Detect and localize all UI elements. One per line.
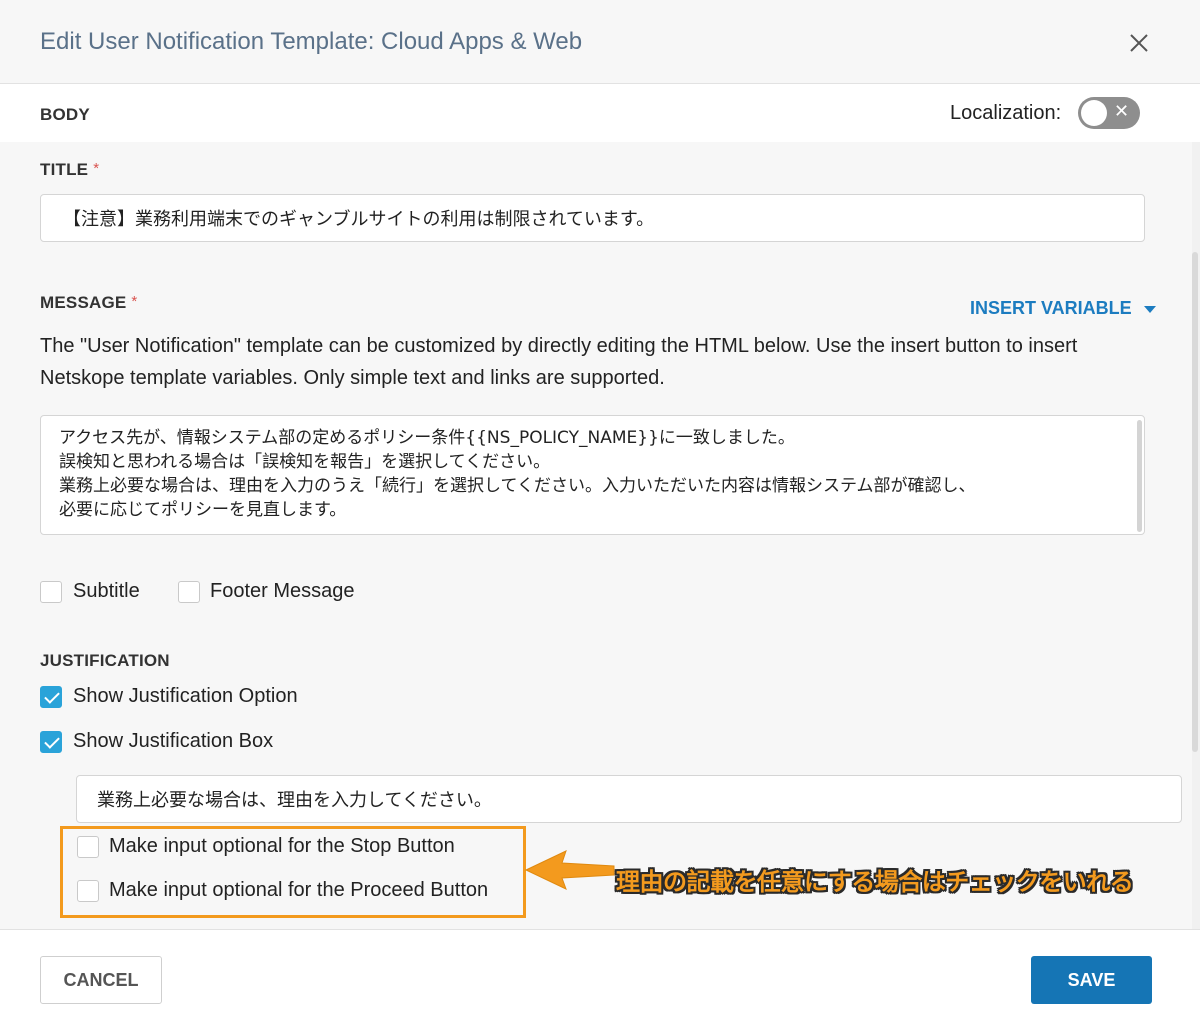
message-line: 業務上必要な場合は、理由を入力のうえ「続行」を選択してください。入力いただいた内…	[59, 476, 976, 496]
title-label-text: TITLE	[40, 160, 89, 179]
required-mark: *	[93, 160, 100, 177]
dialog-header: Edit User Notification Template: Cloud A…	[0, 0, 1200, 84]
scrollbar-thumb[interactable]	[1192, 252, 1198, 752]
title-field-label: TITLE *	[40, 160, 99, 180]
show-justification-option-checkbox[interactable]	[40, 686, 62, 708]
cancel-button[interactable]: CANCEL	[40, 956, 162, 1004]
title-input-value: 【注意】業務利用端末でのギャンブルサイトの利用は制限されています。	[63, 209, 655, 230]
insert-variable-label: INSERT VARIABLE	[970, 298, 1132, 318]
caret-down-icon	[1143, 305, 1156, 313]
message-label-text: MESSAGE	[40, 293, 127, 312]
annotation-arrow-icon	[524, 850, 615, 890]
insert-variable-dropdown[interactable]: INSERT VARIABLE	[970, 298, 1156, 319]
localization-label: Localization:	[950, 102, 1062, 124]
annotation-highlight-box	[60, 826, 526, 918]
justification-box-input[interactable]: 業務上必要な場合は、理由を入力してください。	[76, 775, 1182, 823]
textarea-scrollbar[interactable]	[1137, 420, 1142, 532]
show-justification-box-checkbox[interactable]	[40, 731, 62, 753]
required-mark: *	[131, 293, 138, 310]
show-justification-box-label: Show Justification Box	[73, 730, 274, 752]
body-section-label: BODY	[40, 105, 90, 124]
subtitle-checkbox[interactable]	[40, 581, 62, 603]
localization-toggle[interactable]: ✕	[1078, 97, 1140, 129]
close-icon[interactable]	[1124, 28, 1154, 58]
justification-box-value: 業務上必要な場合は、理由を入力してください。	[97, 790, 492, 811]
show-justification-option-label: Show Justification Option	[73, 685, 298, 707]
toggle-off-icon: ✕	[1114, 101, 1130, 121]
message-line: アクセス先が、情報システム部の定めるポリシー条件{{NS_POLICY_NAME…	[59, 428, 795, 448]
annotation-text: 理由の記載を任意にする場合はチェックをいれる	[616, 868, 1134, 896]
title-input[interactable]: 【注意】業務利用端末でのギャンブルサイトの利用は制限されています。	[40, 194, 1145, 242]
message-line: 誤検知と思われる場合は「誤検知を報告」を選択してください。	[59, 452, 551, 472]
dialog-footer	[0, 929, 1200, 1023]
footer-message-label: Footer Message	[210, 580, 355, 602]
message-textarea[interactable]: アクセス先が、情報システム部の定めるポリシー条件{{NS_POLICY_NAME…	[40, 415, 1145, 535]
footer-message-checkbox[interactable]	[178, 581, 200, 603]
toggle-knob	[1081, 100, 1107, 126]
subtitle-label: Subtitle	[73, 580, 140, 602]
message-description: The "User Notification" template can be …	[40, 335, 1078, 389]
scrollbar[interactable]	[1192, 142, 1200, 929]
dialog-title: Edit User Notification Template: Cloud A…	[40, 28, 583, 55]
message-field-label: MESSAGE *	[40, 293, 137, 313]
save-button[interactable]: SAVE	[1031, 956, 1152, 1004]
justification-section-label: JUSTIFICATION	[40, 651, 170, 670]
message-line: 必要に応じてポリシーを見直します。	[59, 500, 347, 520]
